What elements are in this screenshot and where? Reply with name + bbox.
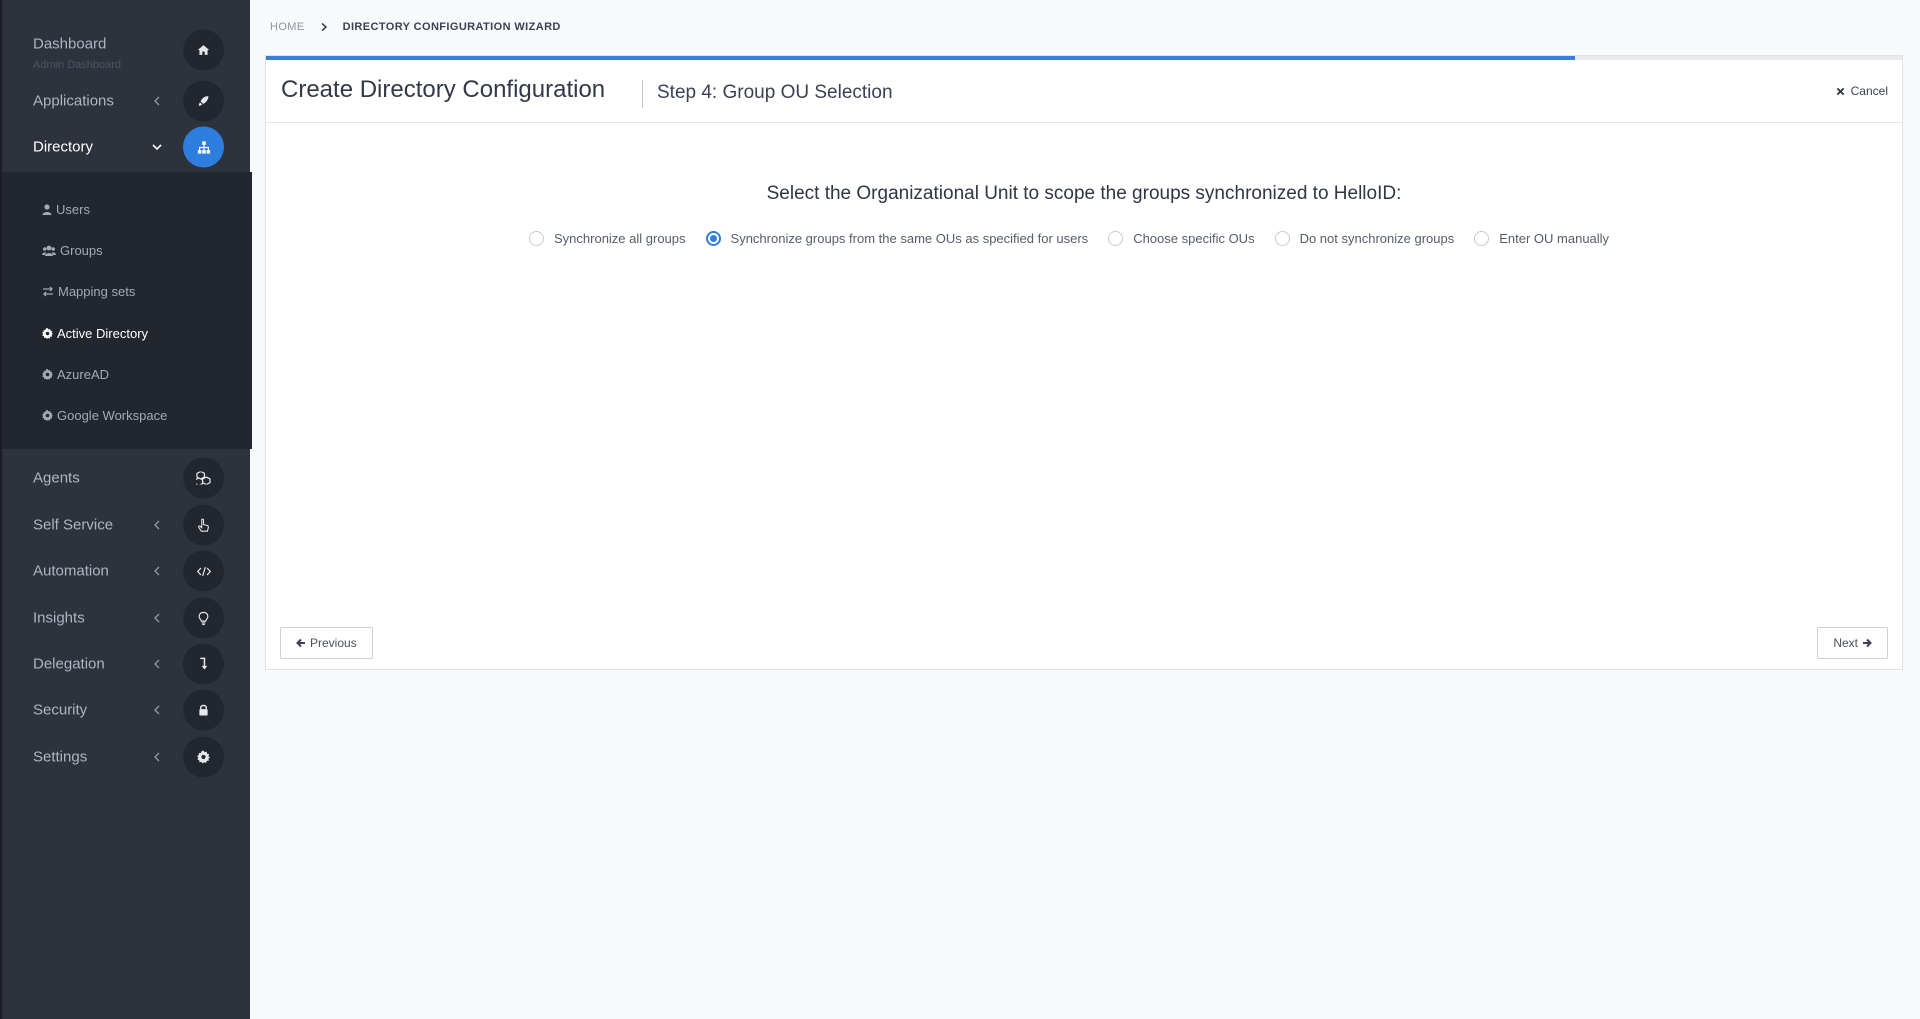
option-label: Synchronize groups from the same OUs as … xyxy=(730,231,1089,246)
page-title: Create Directory Configuration xyxy=(281,76,606,103)
cancel-label: Cancel xyxy=(1850,84,1888,98)
user-icon xyxy=(42,203,52,215)
radio-choose-specific-ous[interactable] xyxy=(1108,231,1124,246)
radio-enter-ou-manually[interactable] xyxy=(1474,231,1490,246)
users-icon xyxy=(42,245,56,256)
title-separator xyxy=(642,80,643,108)
sidebar-item-mapping-sets-label: Mapping sets xyxy=(58,283,136,299)
nav-dashboard[interactable]: Dashboard Admin Dashboard xyxy=(2,27,252,73)
directory-submenu: Users Groups Mapping sets Active Directo… xyxy=(2,172,252,449)
nav-agents[interactable]: Agents xyxy=(2,455,252,501)
option-do-not-sync[interactable]: Do not synchronize groups xyxy=(1274,231,1455,246)
sidebar-item-active-directory-label: Active Directory xyxy=(57,325,149,341)
nav-applications[interactable]: Applications xyxy=(2,78,252,124)
main-content: HOME DIRECTORY CONFIGURATION WIZARD Crea… xyxy=(250,0,1920,1019)
nav-directory-label: Directory xyxy=(33,138,94,156)
close-icon xyxy=(1836,87,1844,95)
nav-dashboard-label: Dashboard xyxy=(33,35,107,53)
nav-agents-label: Agents xyxy=(33,469,80,487)
chevron-left-icon xyxy=(154,96,160,106)
breadcrumb-current: DIRECTORY CONFIGURATION WIZARD xyxy=(342,21,561,33)
radio-do-not-sync[interactable] xyxy=(1274,231,1290,246)
sidebar-item-groups[interactable]: Groups xyxy=(42,240,103,260)
sidebar-item-google-workspace[interactable]: Google Workspace xyxy=(42,405,167,425)
sidebar-item-azuread-label: AzureAD xyxy=(57,366,110,382)
ou-options-group: Synchronize all groups Synchronize group… xyxy=(529,231,1629,246)
next-label: Next xyxy=(1833,636,1858,650)
cubes-icon[interactable] xyxy=(183,457,224,499)
nav-delegation-label: Delegation xyxy=(33,655,105,673)
level-down-icon[interactable] xyxy=(183,643,224,685)
radio-sync-same-ous[interactable] xyxy=(705,231,721,246)
gear-icon[interactable] xyxy=(183,736,224,778)
nav-delegation[interactable]: Delegation xyxy=(2,641,252,687)
sidebar-item-mapping-sets[interactable]: Mapping sets xyxy=(42,281,135,301)
sidebar-item-active-directory[interactable]: Active Directory xyxy=(42,323,148,343)
ou-selection-prompt: Select the Organizational Unit to scope … xyxy=(766,183,1402,204)
chevron-right-icon xyxy=(321,22,327,32)
nav-insights-label: Insights xyxy=(33,609,85,627)
wizard-card: Create Directory Configuration Step 4: G… xyxy=(265,55,1903,670)
nav-directory[interactable]: Directory xyxy=(2,124,252,170)
option-choose-specific-ous[interactable]: Choose specific OUs xyxy=(1108,231,1255,246)
exchange-icon xyxy=(43,286,53,296)
nav-automation[interactable]: Automation xyxy=(2,548,252,594)
chevron-left-icon xyxy=(154,613,160,623)
nav-self-service-label: Self Service xyxy=(33,516,114,534)
next-button[interactable]: Next xyxy=(1817,627,1888,659)
wizard-header: Create Directory Configuration Step 4: G… xyxy=(266,60,1902,123)
rocket-icon[interactable] xyxy=(183,80,224,122)
nav-security[interactable]: Security xyxy=(2,687,252,733)
chevron-left-icon xyxy=(154,566,160,576)
previous-button[interactable]: Previous xyxy=(280,627,373,659)
breadcrumb: HOME DIRECTORY CONFIGURATION WIZARD xyxy=(270,21,561,33)
sidebar-item-groups-label: Groups xyxy=(60,242,103,258)
nav-self-service[interactable]: Self Service xyxy=(2,502,252,548)
pointer-hand-icon[interactable] xyxy=(183,504,224,546)
sidebar-item-azuread[interactable]: AzureAD xyxy=(42,364,109,384)
home-icon[interactable] xyxy=(183,29,224,71)
arrow-left-icon xyxy=(296,638,305,648)
radio-sync-all-groups[interactable] xyxy=(529,231,544,246)
step-title: Step 4: Group OU Selection xyxy=(657,82,893,103)
lightbulb-icon[interactable] xyxy=(183,597,224,639)
nav-security-label: Security xyxy=(33,701,88,719)
sitemap-icon[interactable] xyxy=(183,126,224,168)
breadcrumb-home[interactable]: HOME xyxy=(270,21,305,33)
option-sync-all-groups[interactable]: Synchronize all groups xyxy=(529,231,686,246)
nav-applications-label: Applications xyxy=(33,92,114,110)
option-label: Do not synchronize groups xyxy=(1299,231,1455,246)
nav-settings[interactable]: Settings xyxy=(2,734,252,780)
sidebar: Dashboard Admin Dashboard Applications D… xyxy=(0,0,252,1019)
sidebar-item-users[interactable]: Users xyxy=(42,199,90,219)
arrow-right-icon xyxy=(1863,638,1872,648)
option-label: Synchronize all groups xyxy=(554,231,686,246)
code-icon[interactable] xyxy=(183,550,224,592)
sidebar-item-users-label: Users xyxy=(56,201,90,217)
chevron-down-icon xyxy=(152,144,162,151)
nav-dashboard-sublabel: Admin Dashboard xyxy=(33,59,122,71)
sidebar-item-google-workspace-label: Google Workspace xyxy=(57,407,168,423)
gear-icon xyxy=(42,409,53,421)
nav-insights[interactable]: Insights xyxy=(2,595,252,641)
option-label: Enter OU manually xyxy=(1499,231,1610,246)
chevron-left-icon xyxy=(154,705,160,715)
option-enter-ou-manually[interactable]: Enter OU manually xyxy=(1474,231,1609,246)
gear-icon xyxy=(42,327,53,339)
lock-icon[interactable] xyxy=(183,689,224,731)
option-sync-same-ous[interactable]: Synchronize groups from the same OUs as … xyxy=(705,231,1089,246)
chevron-left-icon xyxy=(154,752,160,762)
chevron-left-icon xyxy=(154,520,160,530)
nav-automation-label: Automation xyxy=(33,562,109,580)
option-label: Choose specific OUs xyxy=(1133,231,1255,246)
chevron-left-icon xyxy=(154,659,160,669)
previous-label: Previous xyxy=(310,636,357,650)
nav-settings-label: Settings xyxy=(33,748,88,766)
cancel-button[interactable]: Cancel xyxy=(1836,84,1888,98)
gear-icon xyxy=(42,368,53,380)
